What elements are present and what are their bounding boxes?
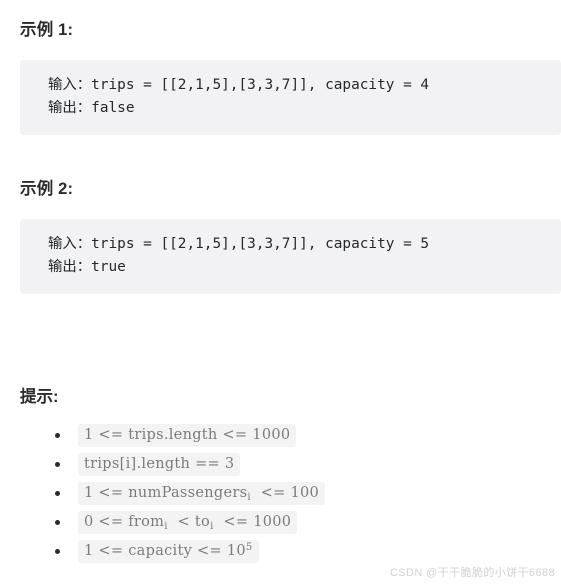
superscript-exponent: 5: [245, 542, 253, 553]
constraints-list: 1 <= trips.length <= 1000 trips[i].length…: [0, 424, 561, 569]
subscript-index: i: [164, 520, 168, 532]
constraint-code: 0 <= fromi < toi <= 1000: [78, 511, 298, 534]
example-1-input-line: 输入：trips = [[2,1,5],[3,3,7]], capacity =…: [48, 77, 430, 93]
problem-statement-page: 示例 1: 输入：trips = [[2,1,5],[3,3,7]], capa…: [0, 0, 561, 586]
subscript-index: i: [210, 520, 214, 532]
bullet-icon: [55, 433, 60, 438]
constraint-item: 0 <= fromi < toi <= 1000: [0, 511, 561, 534]
csdn-watermark: CSDN @干干脆脆的小饼干6688: [389, 567, 555, 579]
hints-heading: 提示:: [20, 388, 59, 406]
example-1-heading: 示例 1:: [20, 21, 74, 39]
constraint-code: 1 <= numPassengersi <= 100: [78, 482, 326, 505]
constraint-item: trips[i].length == 3: [0, 453, 561, 476]
constraint-item: 1 <= trips.length <= 1000: [0, 424, 561, 447]
constraint-code: 1 <= trips.length <= 1000: [78, 424, 297, 447]
subscript-index: i: [247, 491, 251, 503]
example-1-output-line: 输出：false: [48, 99, 135, 116]
constraint-item: 1 <= numPassengersi <= 100: [0, 482, 561, 505]
bullet-icon: [55, 520, 60, 525]
example-1-code-block: 输入：trips = [[2,1,5],[3,3,7]], capacity =…: [20, 60, 561, 135]
constraint-item: 1 <= capacity <= 105: [0, 540, 561, 563]
bullet-icon: [55, 491, 60, 496]
constraint-code: trips[i].length == 3: [78, 453, 241, 476]
bullet-icon: [55, 549, 60, 554]
constraint-code: 1 <= capacity <= 105: [78, 540, 259, 563]
example-2-output-line: 输出：true: [48, 258, 126, 275]
example-2-code-block: 输入：trips = [[2,1,5],[3,3,7]], capacity =…: [20, 219, 561, 294]
example-2-heading: 示例 2:: [20, 180, 74, 198]
bullet-icon: [55, 462, 60, 467]
example-2-input-line: 输入：trips = [[2,1,5],[3,3,7]], capacity =…: [48, 236, 430, 252]
